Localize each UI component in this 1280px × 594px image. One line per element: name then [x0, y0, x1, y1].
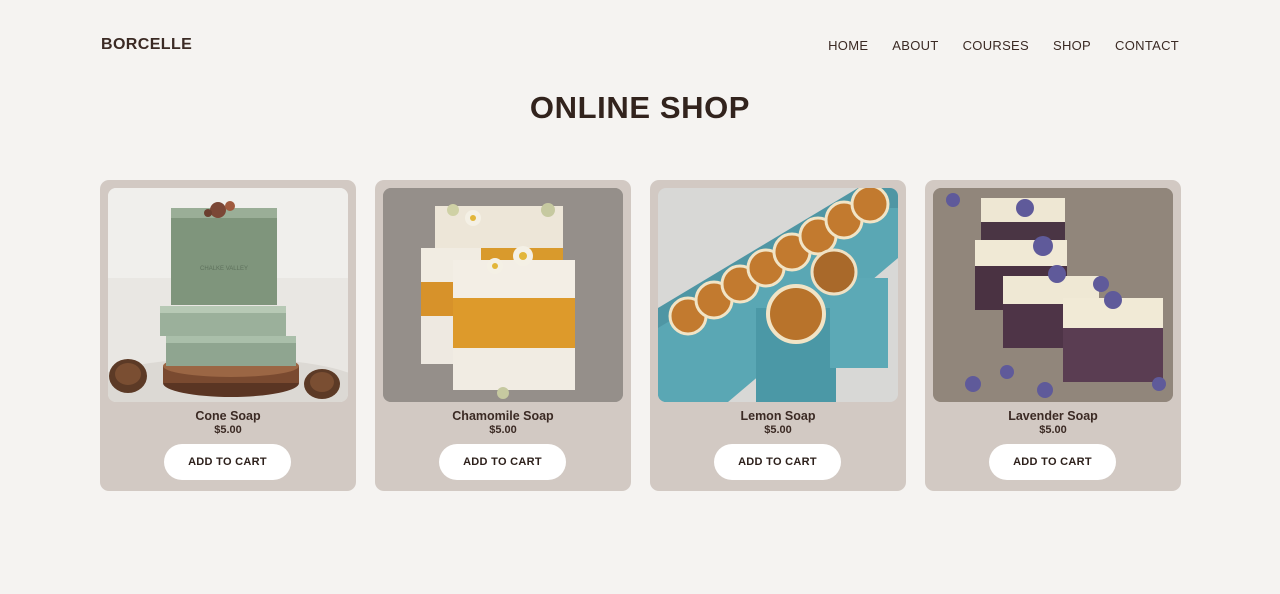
product-card-cone-soap: CHALKE VALLEY Cone Soap $5.00 ADD TO CAR…: [100, 180, 356, 491]
product-grid: CHALKE VALLEY Cone Soap $5.00 ADD TO CAR…: [100, 180, 1181, 491]
cone-soap-image[interactable]: CHALKE VALLEY: [108, 188, 348, 402]
add-to-cart-button[interactable]: ADD TO CART: [439, 444, 566, 480]
svg-text:CHALKE VALLEY: CHALKE VALLEY: [200, 266, 248, 272]
main-nav: HOME ABOUT COURSES SHOP CONTACT: [828, 38, 1179, 53]
nav-courses[interactable]: COURSES: [963, 38, 1029, 53]
product-name: Lemon Soap: [740, 409, 816, 423]
product-price: $5.00: [214, 424, 242, 436]
add-to-cart-button[interactable]: ADD TO CART: [989, 444, 1116, 480]
product-price: $5.00: [1039, 424, 1067, 436]
brand-logo[interactable]: BORCELLE: [101, 36, 192, 54]
add-to-cart-button[interactable]: ADD TO CART: [164, 444, 291, 480]
product-price: $5.00: [489, 424, 517, 436]
product-name: Chamomile Soap: [452, 409, 554, 423]
product-card-chamomile-soap: Chamomile Soap $5.00 ADD TO CART: [375, 180, 631, 491]
page-title: ONLINE SHOP: [529, 90, 751, 125]
chamomile-soap-image[interactable]: [383, 188, 623, 402]
product-card-lemon-soap: Lemon Soap $5.00 ADD TO CART: [650, 180, 906, 491]
product-name: Lavender Soap: [1008, 409, 1098, 423]
nav-shop[interactable]: SHOP: [1053, 38, 1091, 53]
nav-home[interactable]: HOME: [828, 38, 868, 53]
nav-about[interactable]: ABOUT: [892, 38, 938, 53]
nav-contact[interactable]: CONTACT: [1115, 38, 1179, 53]
product-name: Cone Soap: [195, 409, 261, 423]
product-price: $5.00: [764, 424, 792, 436]
product-card-lavender-soap: Lavender Soap $5.00 ADD TO CART: [925, 180, 1181, 491]
lemon-soap-image[interactable]: [658, 188, 898, 402]
lavender-soap-image[interactable]: [933, 188, 1173, 402]
add-to-cart-button[interactable]: ADD TO CART: [714, 444, 841, 480]
